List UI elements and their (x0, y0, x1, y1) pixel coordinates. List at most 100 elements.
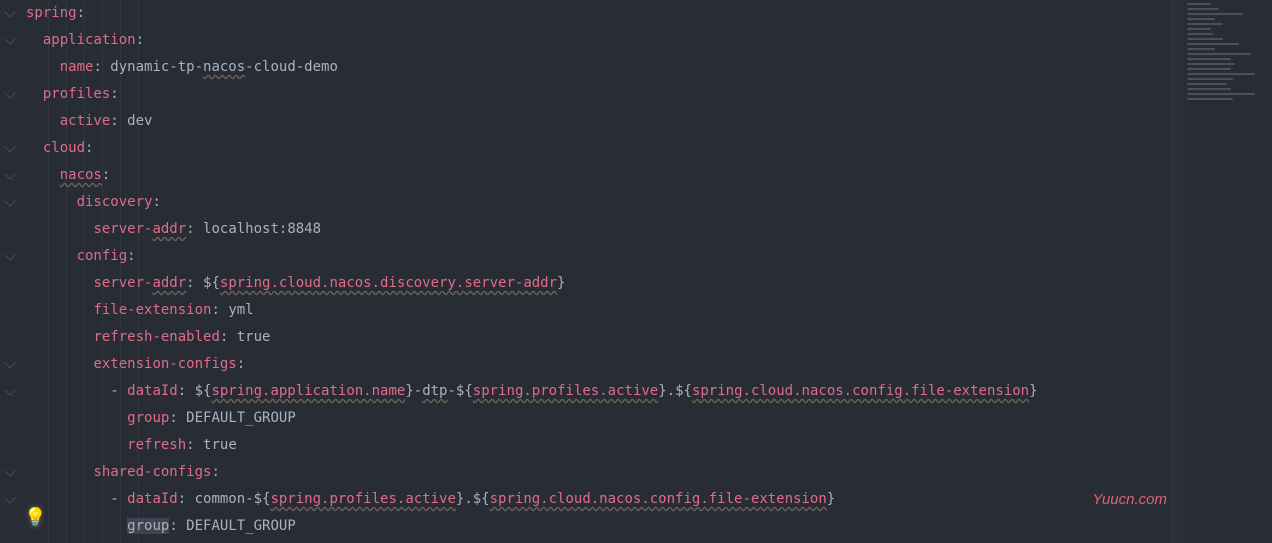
code-line[interactable]: config: (26, 243, 1182, 270)
token: : (186, 221, 203, 237)
token: : (220, 329, 237, 345)
code-line[interactable]: refresh-enabled: true (26, 324, 1182, 351)
token: nacos (203, 59, 245, 75)
editor-wrap: spring: application: name: dynamic-tp-na… (0, 0, 1272, 543)
minimap-line (1187, 68, 1231, 70)
token: : (110, 113, 127, 129)
minimap-line (1187, 18, 1215, 20)
token: dev (127, 113, 152, 129)
fold-marker-icon[interactable] (4, 384, 15, 395)
fold-marker-icon[interactable] (4, 168, 15, 179)
token: refresh-enabled (93, 329, 219, 345)
token: file-extension (93, 302, 211, 318)
fold-marker-icon[interactable] (4, 87, 15, 98)
code-line[interactable]: group: DEFAULT_GROUP (26, 513, 1182, 540)
indent-guide (48, 0, 49, 543)
token: DEFAULT_GROUP (186, 410, 296, 426)
indent-guide (138, 0, 139, 543)
fold-marker-icon[interactable] (4, 141, 15, 152)
token: cloud (43, 140, 85, 156)
token: discovery (77, 194, 153, 210)
minimap-line (1187, 93, 1255, 95)
token: : (178, 491, 195, 507)
token: : (102, 167, 110, 183)
token: ${ (203, 275, 220, 291)
token: spring.cloud.nacos.config.file-extension (692, 383, 1029, 399)
code-line[interactable]: - dataId: ${spring.application.name}-dtp… (26, 378, 1182, 405)
code-line[interactable]: file-extension: yml (26, 297, 1182, 324)
code-line[interactable]: nacos: (26, 162, 1182, 189)
minimap-line (1187, 43, 1239, 45)
token: spring.cloud.nacos.config.file-extension (490, 491, 827, 507)
code-line[interactable]: active: dev (26, 108, 1182, 135)
minimap-line (1187, 53, 1251, 55)
minimap-line (1187, 78, 1233, 80)
token: addr (152, 221, 186, 237)
token: : (186, 437, 203, 453)
token: spring.profiles.active (270, 491, 455, 507)
token: -${ (448, 383, 473, 399)
token: : (110, 86, 118, 102)
token: : (178, 383, 195, 399)
minimap-line (1187, 8, 1219, 10)
token: : (211, 302, 228, 318)
code-line[interactable]: shared-configs: (26, 459, 1182, 486)
minimap-line (1187, 28, 1211, 30)
token: }. (658, 383, 675, 399)
minimap-line (1187, 38, 1223, 40)
code-line[interactable]: cloud: (26, 135, 1182, 162)
token: dynamic-tp- (110, 59, 203, 75)
gutter[interactable] (0, 0, 20, 543)
token: : (237, 356, 245, 372)
token: spring.application.name (211, 383, 405, 399)
token: shared-configs (93, 464, 211, 480)
code-line[interactable]: discovery: (26, 189, 1182, 216)
token: } (1029, 383, 1037, 399)
fold-marker-icon[interactable] (4, 33, 15, 44)
code-line[interactable]: application: (26, 27, 1182, 54)
indent-guide (102, 0, 103, 543)
minimap-line (1187, 3, 1211, 5)
lightbulb-icon[interactable]: 💡 (24, 504, 46, 531)
fold-marker-icon[interactable] (4, 195, 15, 206)
token: extension-configs (93, 356, 236, 372)
token: common-${ (195, 491, 271, 507)
indent-guide (66, 0, 67, 543)
token: spring.cloud.nacos.discovery.server-addr (220, 275, 557, 291)
code-line[interactable]: refresh: true (26, 432, 1182, 459)
vertical-scrollbar[interactable] (1170, 0, 1182, 543)
minimap-line (1187, 83, 1227, 85)
token: DEFAULT_GROUP (186, 518, 296, 534)
code-line[interactable]: server-addr: localhost:8848 (26, 216, 1182, 243)
code-line[interactable]: - dataId: common-${spring.profiles.activ… (26, 486, 1182, 513)
minimap[interactable] (1182, 0, 1272, 543)
token: addr (152, 275, 186, 291)
fold-marker-icon[interactable] (4, 492, 15, 503)
token: ${ (675, 383, 692, 399)
code-line[interactable]: name: dynamic-tp-nacos-cloud-demo (26, 54, 1182, 81)
token: ${ (195, 383, 212, 399)
token: group (127, 410, 169, 426)
fold-marker-icon[interactable] (4, 249, 15, 260)
watermark-text: Yuucn.com (1093, 486, 1167, 513)
token: dataId (127, 491, 178, 507)
fold-marker-icon[interactable] (4, 357, 15, 368)
token: : (85, 140, 93, 156)
token: spring.profiles.active (473, 383, 658, 399)
code-line[interactable]: group: DEFAULT_GROUP (26, 405, 1182, 432)
code-line[interactable]: spring: (26, 0, 1182, 27)
token: profiles (43, 86, 110, 102)
minimap-line (1187, 73, 1255, 75)
token: dtp (422, 383, 447, 399)
fold-marker-icon[interactable] (4, 465, 15, 476)
token: - (414, 383, 422, 399)
code-area[interactable]: spring: application: name: dynamic-tp-na… (20, 0, 1182, 543)
fold-marker-icon[interactable] (4, 6, 15, 17)
minimap-line (1187, 13, 1243, 15)
code-line[interactable]: server-addr: ${spring.cloud.nacos.discov… (26, 270, 1182, 297)
token: - (110, 491, 127, 507)
code-line[interactable]: profiles: (26, 81, 1182, 108)
token: } (557, 275, 565, 291)
token: ${ (473, 491, 490, 507)
code-line[interactable]: extension-configs: (26, 351, 1182, 378)
